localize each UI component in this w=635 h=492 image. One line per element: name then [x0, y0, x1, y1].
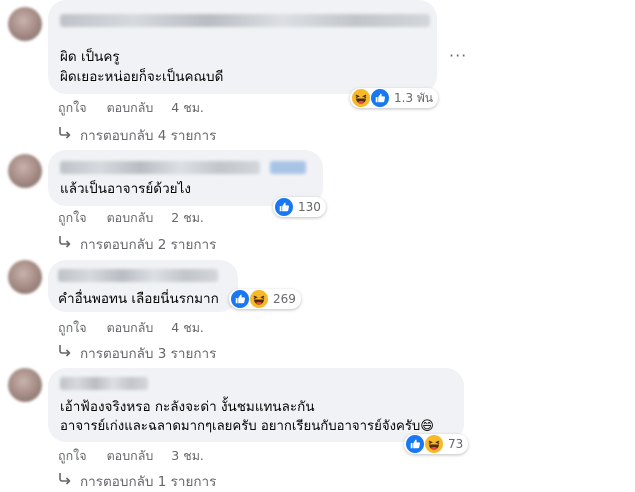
more-options-icon[interactable]: ··· [449, 46, 467, 65]
commenter-name-blurred[interactable] [58, 269, 218, 282]
reaction-count: 73 [448, 437, 464, 451]
view-replies-link[interactable]: การตอบกลับ 1 รายการ [58, 470, 216, 492]
reply-arrow-icon [58, 235, 72, 249]
reply-arrow-icon [58, 126, 72, 140]
avatar[interactable] [8, 368, 42, 402]
comment-bubble: คำอื่นพอทน เลือยนี่นรกมาก [48, 260, 238, 312]
avatar[interactable] [8, 7, 42, 41]
replies-count-label: การตอบกลับ 1 รายการ [80, 474, 217, 490]
comment-actions: ถูกใจ ตอบกลับ 3 ชม. [58, 446, 220, 466]
view-replies-link[interactable]: การตอบกลับ 3 รายการ [58, 342, 216, 364]
view-replies-link[interactable]: การตอบกลับ 4 รายการ [58, 124, 216, 146]
comment-bubble: เอ้าฟ้องจริงหรอ กะลังจะด่า งั้นชมแทนละกั… [48, 368, 464, 442]
commenter-name-blurred[interactable] [60, 377, 148, 390]
reaction-summary[interactable]: 269 [229, 289, 301, 309]
replies-count-label: การตอบกลับ 3 รายการ [80, 346, 217, 362]
like-icon [231, 290, 249, 308]
reply-button[interactable]: ตอบกลับ [107, 210, 154, 225]
like-icon [371, 89, 389, 107]
timestamp[interactable]: 2 ชม. [171, 210, 204, 225]
reaction-count: 130 [298, 200, 321, 214]
timestamp[interactable]: 3 ชม. [171, 448, 204, 463]
like-button[interactable]: ถูกใจ [58, 320, 87, 335]
reaction-count: 269 [273, 292, 296, 306]
reaction-summary[interactable]: 73 [404, 434, 469, 454]
like-button[interactable]: ถูกใจ [58, 210, 87, 225]
comment-text-line: อาจารย์เก่งและฉลาดมากๆเลยครับ อยากเรียนก… [60, 419, 435, 434]
commenter-name-blurred[interactable] [60, 14, 430, 27]
replies-count-label: การตอบกลับ 4 รายการ [80, 128, 217, 144]
like-button[interactable]: ถูกใจ [58, 100, 87, 115]
reaction-summary[interactable]: 1.3 พัน [350, 88, 439, 108]
reaction-summary[interactable]: 130 [273, 197, 326, 217]
comment-text-line: ผิดเยอะหน่อยก็จะเป็นคณบดี [60, 69, 224, 85]
avatar[interactable] [8, 154, 42, 188]
like-icon [406, 435, 424, 453]
reaction-count: 1.3 พัน [394, 90, 434, 105]
haha-icon [425, 435, 443, 453]
comment-text-line: คำอื่นพอทน เลือยนี่นรกมาก [58, 291, 219, 307]
reply-button[interactable]: ตอบกลับ [107, 320, 154, 335]
comment-bubble: ผิด เป็นครู ผิดเยอะหน่อยก็จะเป็นคณบดี [48, 0, 437, 94]
reply-button[interactable]: ตอบกลับ [107, 448, 154, 463]
like-button[interactable]: ถูกใจ [58, 448, 87, 463]
like-icon [275, 198, 293, 216]
reply-arrow-icon [58, 344, 72, 358]
reply-button[interactable]: ตอบกลับ [107, 100, 154, 115]
comment-actions: ถูกใจ ตอบกลับ 2 ชม. [58, 208, 220, 228]
avatar[interactable] [8, 260, 42, 294]
reply-arrow-icon [58, 472, 72, 486]
comment-text-line: แล้วเป็นอาจารย์ด้วยไง [60, 181, 191, 197]
commenter-badge-blurred [270, 161, 306, 174]
haha-icon [352, 89, 370, 107]
timestamp[interactable]: 4 ชม. [171, 320, 204, 335]
commenter-name-blurred[interactable] [60, 161, 260, 174]
comment-actions: ถูกใจ ตอบกลับ 4 ชม. [58, 98, 220, 118]
timestamp[interactable]: 4 ชม. [171, 100, 204, 115]
comment-text-line: เอ้าฟ้องจริงหรอ กะลังจะด่า งั้นชมแทนละกั… [60, 399, 315, 415]
replies-count-label: การตอบกลับ 2 รายการ [80, 237, 217, 253]
view-replies-link[interactable]: การตอบกลับ 2 รายการ [58, 233, 216, 255]
comment-actions: ถูกใจ ตอบกลับ 4 ชม. [58, 318, 220, 338]
haha-icon [250, 290, 268, 308]
comment-text-line: ผิด เป็นครู [60, 49, 120, 65]
